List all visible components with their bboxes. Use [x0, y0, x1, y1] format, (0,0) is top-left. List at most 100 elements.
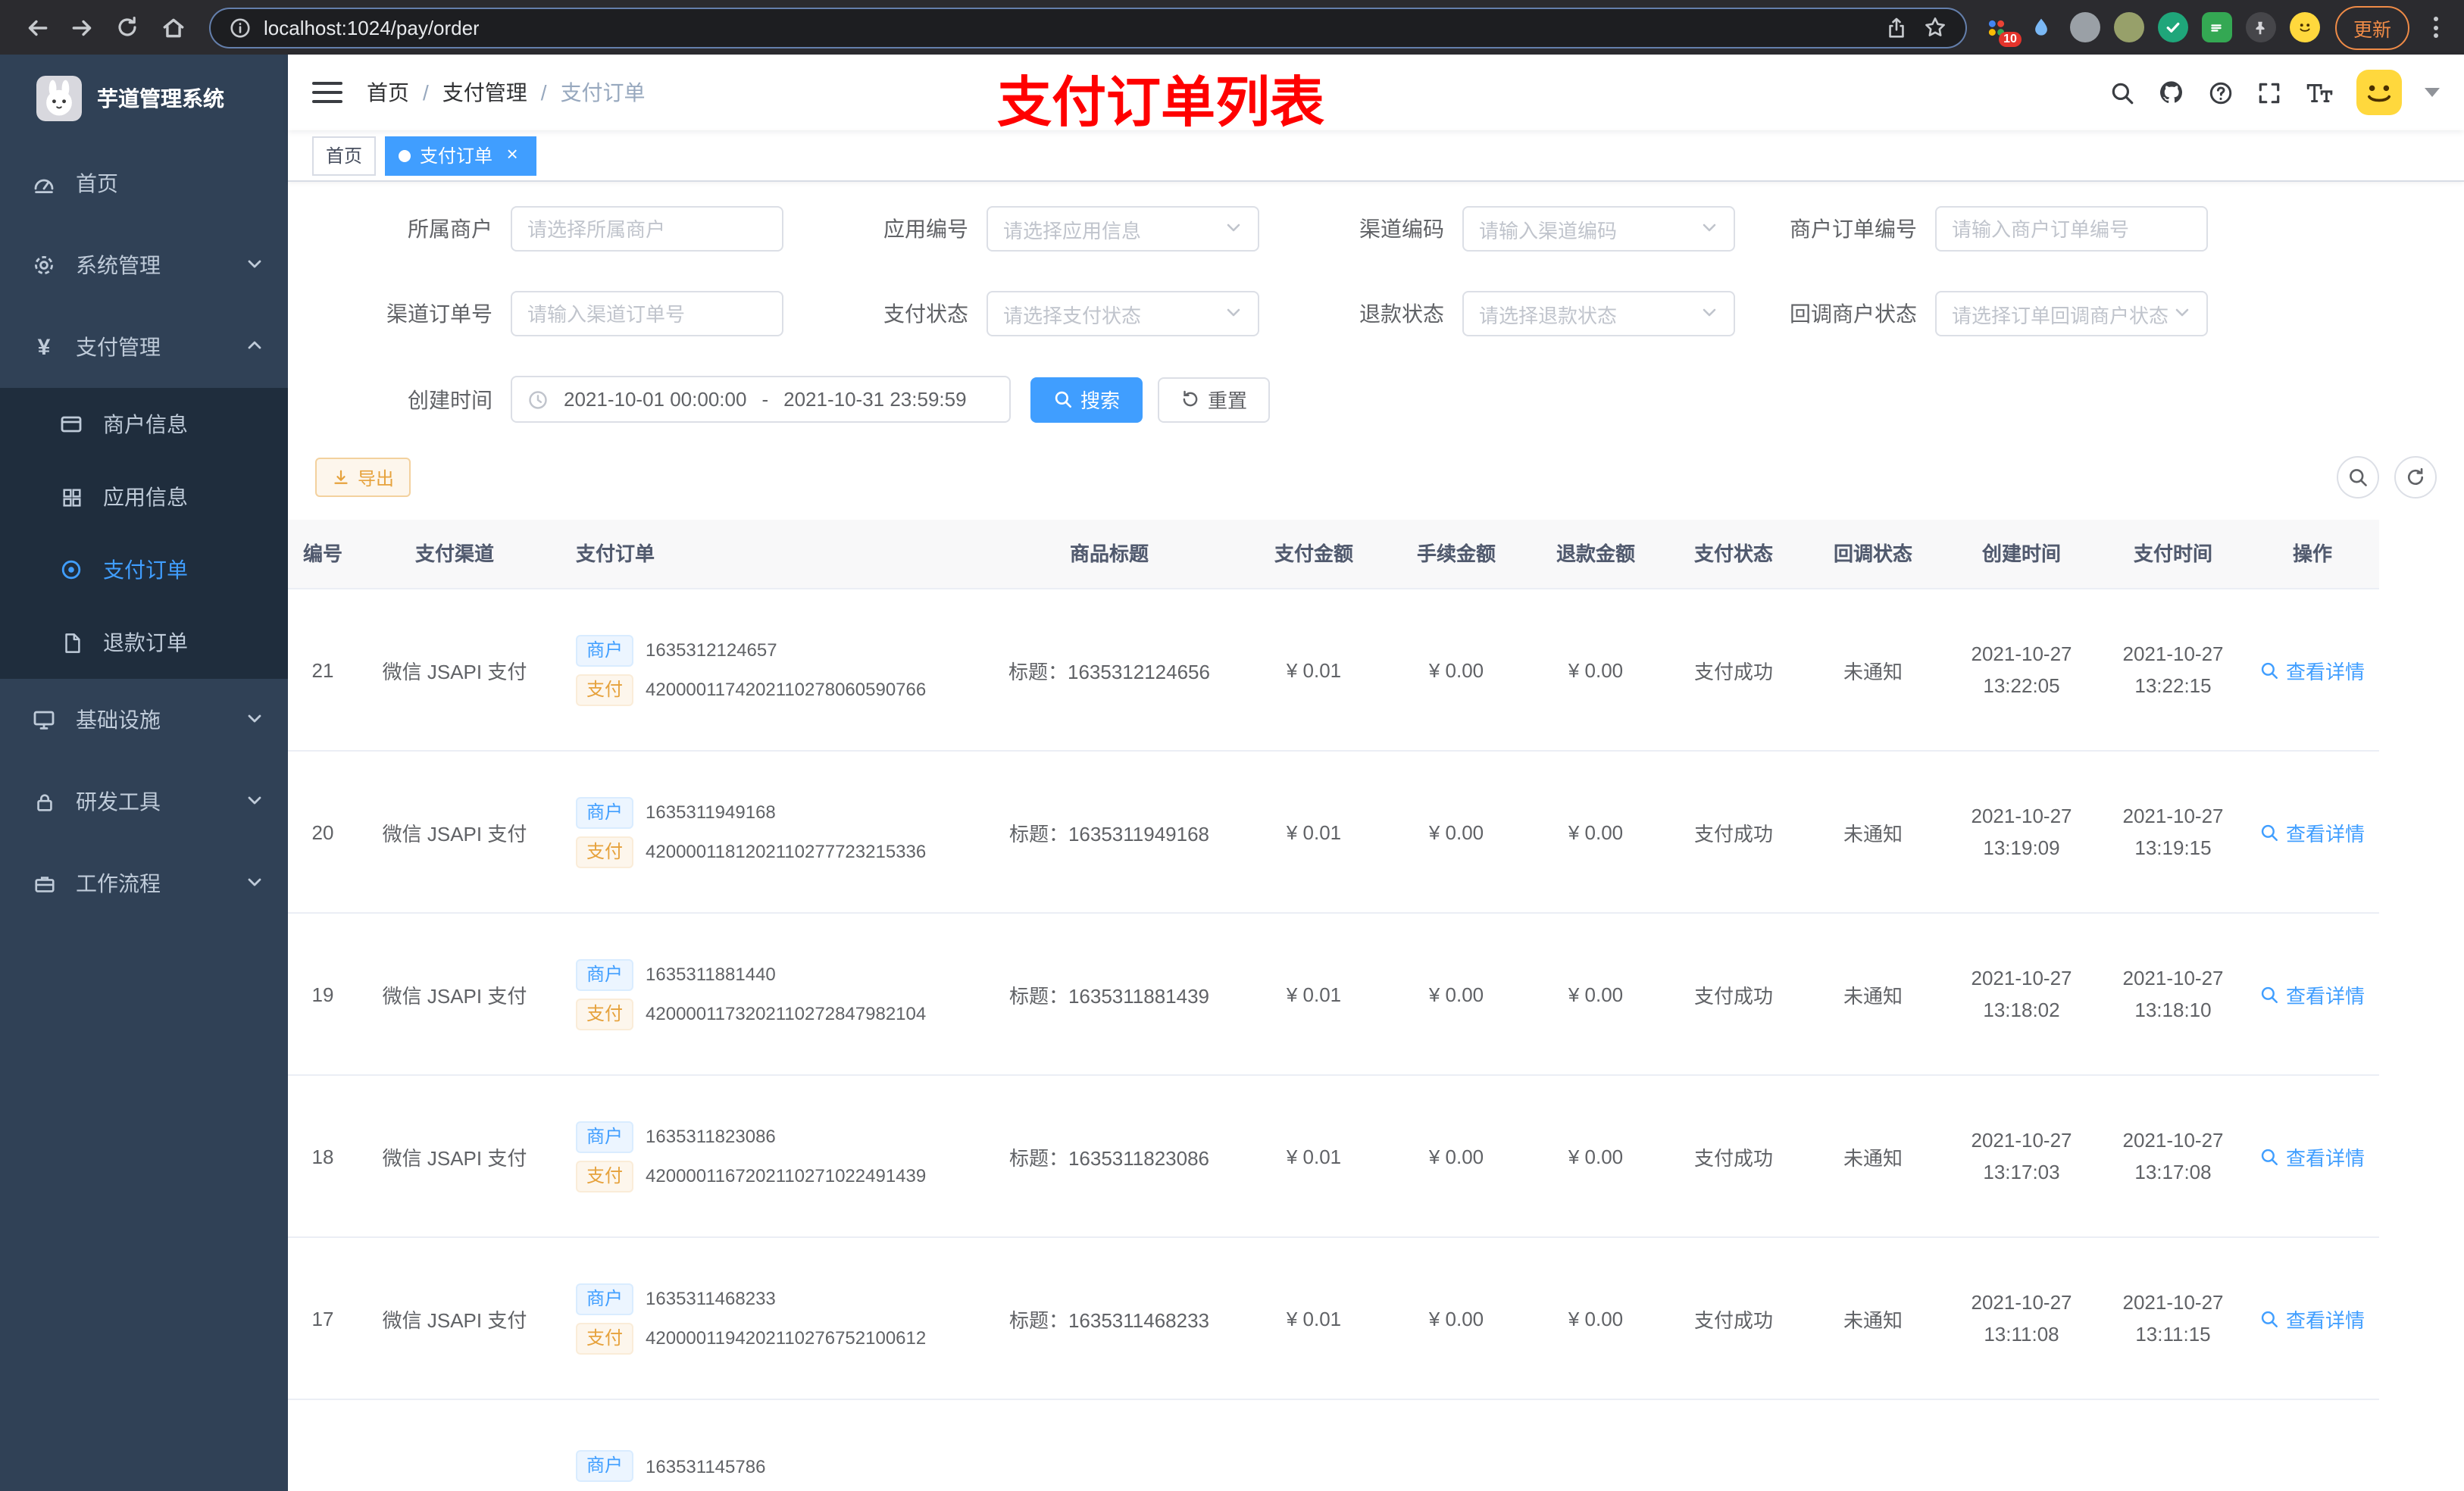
share-icon[interactable] — [1885, 16, 1908, 39]
create-time-range-picker[interactable]: 2021-10-01 00:00:00 - 2021-10-31 23:59:5… — [511, 376, 1011, 423]
font-size-icon[interactable] — [2305, 80, 2334, 105]
extensions-collection-icon[interactable]: 10 — [1982, 12, 2022, 47]
partial-table-row: 商户 163531145786 — [288, 1400, 2379, 1491]
pay-submenu: 商户信息 应用信息 支付订单 退款订单 — [0, 388, 288, 679]
search-button[interactable]: 搜索 — [1030, 377, 1143, 422]
extension-olive-icon[interactable] — [2113, 12, 2144, 42]
refresh-button[interactable] — [2394, 456, 2437, 499]
cell-refund: ¥ 0.00 — [1568, 1145, 1624, 1168]
sidebar-toggle-icon[interactable] — [312, 82, 342, 103]
tab-close-icon[interactable]: × — [502, 143, 523, 166]
extension-notes-icon[interactable] — [2201, 12, 2232, 42]
cell-create-time: 2021-10-27 13:11:08 — [1971, 1291, 2072, 1346]
sidebar-item-pay[interactable]: ¥ 支付管理 — [0, 306, 288, 388]
cell-actions: 查看详情 — [2246, 818, 2379, 847]
cell-status: 支付成功 — [1693, 984, 1773, 1008]
sidebar-item-pay-order[interactable]: 支付订单 — [0, 533, 288, 606]
cell-amount: ¥ 0.01 — [1286, 1307, 1342, 1330]
site-info-icon[interactable] — [229, 16, 252, 39]
create-time-label: 创建时间 — [408, 387, 492, 411]
view-detail-link[interactable]: 查看详情 — [2260, 1142, 2365, 1171]
pay-status-label: 支付状态 — [883, 302, 968, 326]
cell-create-time: 2021-10-27 13:17:03 — [1971, 1129, 2072, 1184]
merchant-tag: 商户 — [576, 1450, 634, 1483]
channel-order-no-input[interactable] — [511, 291, 783, 336]
cell-title: 标题：1635311949168 — [1008, 822, 1210, 846]
cell-fee: ¥ 0.00 — [1428, 1145, 1484, 1168]
export-button[interactable]: 导出 — [315, 458, 411, 497]
cell-pay-time: 2021-10-27 13:22:15 — [2122, 642, 2224, 698]
tab-home[interactable]: 首页 — [312, 136, 377, 175]
sidebar-item-app-info[interactable]: 应用信息 — [0, 461, 288, 533]
cell-order: 商户 1635311468233 支付 42000011942021102767… — [552, 1276, 976, 1362]
user-avatar[interactable] — [2356, 70, 2402, 115]
table-row: 21 微信 JSAPI 支付 商户 1635312124657 支付 42000… — [288, 589, 2379, 752]
help-icon[interactable] — [2208, 80, 2234, 105]
sidebar-item-home[interactable]: 首页 — [0, 142, 288, 224]
url-bar[interactable]: localhost:1024/pay/order — [209, 7, 1967, 48]
notify-status-select[interactable]: 请选择订单回调商户状态 — [1935, 291, 2208, 336]
search-icon[interactable] — [2109, 80, 2135, 105]
sidebar-item-merchant-info[interactable]: 商户信息 — [0, 388, 288, 461]
back-button[interactable] — [15, 6, 58, 48]
breadcrumb-pay[interactable]: 支付管理 — [442, 77, 527, 108]
annotation-title: 支付订单列表 — [997, 71, 1325, 133]
card-icon — [58, 412, 85, 436]
pay-tag: 支付 — [576, 998, 634, 1030]
reload-button[interactable] — [106, 6, 149, 48]
extension-gray-icon[interactable] — [2069, 12, 2100, 42]
target-icon — [58, 558, 85, 582]
cell-order: 商户 1635312124657 支付 42000011742021102780… — [552, 627, 976, 714]
view-detail-link[interactable]: 查看详情 — [2260, 980, 2365, 1009]
browser-update-button[interactable]: 更新 — [2334, 5, 2409, 49]
cell-actions: 查看详情 — [2246, 1142, 2379, 1171]
tab-pay-order[interactable]: 支付订单 × — [385, 136, 537, 175]
yen-icon: ¥ — [37, 334, 51, 360]
table-row: 17 微信 JSAPI 支付 商户 1635311468233 支付 42000… — [288, 1238, 2379, 1401]
reset-button[interactable]: 重置 — [1158, 377, 1271, 422]
view-detail-link[interactable]: 查看详情 — [2260, 1305, 2365, 1333]
pin-extension-icon[interactable] — [2245, 12, 2276, 42]
sidebar-item-workflow[interactable]: 工作流程 — [0, 842, 288, 924]
cell-channel: 微信 JSAPI 支付 — [382, 822, 527, 846]
merchant-order-no-input[interactable] — [1935, 206, 2208, 252]
fullscreen-icon[interactable] — [2256, 80, 2282, 105]
breadcrumb-home[interactable]: 首页 — [367, 77, 409, 108]
pay-status-select[interactable]: 请选择支付状态 — [987, 291, 1259, 336]
view-detail-link[interactable]: 查看详情 — [2260, 656, 2365, 685]
chevron-down-icon — [2173, 302, 2191, 325]
range-end: 2021-10-31 23:59:59 — [783, 388, 967, 411]
extension-emoji-icon[interactable] — [2289, 12, 2320, 42]
app-no-label: 应用编号 — [883, 217, 968, 241]
browser-menu-icon[interactable] — [2422, 17, 2449, 38]
sidebar-item-dev-tools[interactable]: 研发工具 — [0, 761, 288, 842]
chevron-down-icon — [1224, 302, 1243, 325]
cell-refund: ¥ 0.00 — [1568, 658, 1624, 682]
chevron-down-icon — [1700, 302, 1718, 325]
merchant-input[interactable] — [511, 206, 783, 252]
filter-form: 所属商户 应用编号 请选择应用信息 渠道编码 请输入渠道编码 商户订单编号 — [315, 206, 2437, 336]
app-no-select[interactable]: 请选择应用信息 — [987, 206, 1259, 252]
extension-drop-icon[interactable] — [2026, 12, 2056, 42]
merchant-tag: 商户 — [576, 796, 634, 829]
notify-status-label: 回调商户状态 — [1790, 302, 1917, 326]
home-button[interactable] — [152, 6, 194, 48]
cell-notify: 未通知 — [1843, 1146, 1903, 1170]
sidebar-item-infra[interactable]: 基础设施 — [0, 679, 288, 761]
bookmark-star-icon[interactable] — [1923, 15, 1947, 39]
toggle-search-button[interactable] — [2337, 456, 2379, 499]
extension-check-icon[interactable] — [2157, 12, 2188, 42]
table-row: 20 微信 JSAPI 支付 商户 1635311949168 支付 42000… — [288, 752, 2379, 914]
merchant-label: 所属商户 — [408, 217, 492, 241]
view-detail-link[interactable]: 查看详情 — [2260, 818, 2365, 847]
sidebar-item-refund-order[interactable]: 退款订单 — [0, 606, 288, 679]
avatar-caret-down-icon[interactable] — [2425, 88, 2440, 97]
gear-icon — [30, 253, 58, 277]
sidebar-item-system[interactable]: 系统管理 — [0, 224, 288, 306]
forward-button[interactable] — [61, 6, 103, 48]
cell-title: 标题：1635312124656 — [1008, 660, 1210, 683]
table-row: 18 微信 JSAPI 支付 商户 1635311823086 支付 42000… — [288, 1076, 2379, 1239]
refund-status-select[interactable]: 请选择退款状态 — [1462, 291, 1735, 336]
github-icon[interactable] — [2158, 79, 2185, 106]
channel-code-select[interactable]: 请输入渠道编码 — [1462, 206, 1735, 252]
